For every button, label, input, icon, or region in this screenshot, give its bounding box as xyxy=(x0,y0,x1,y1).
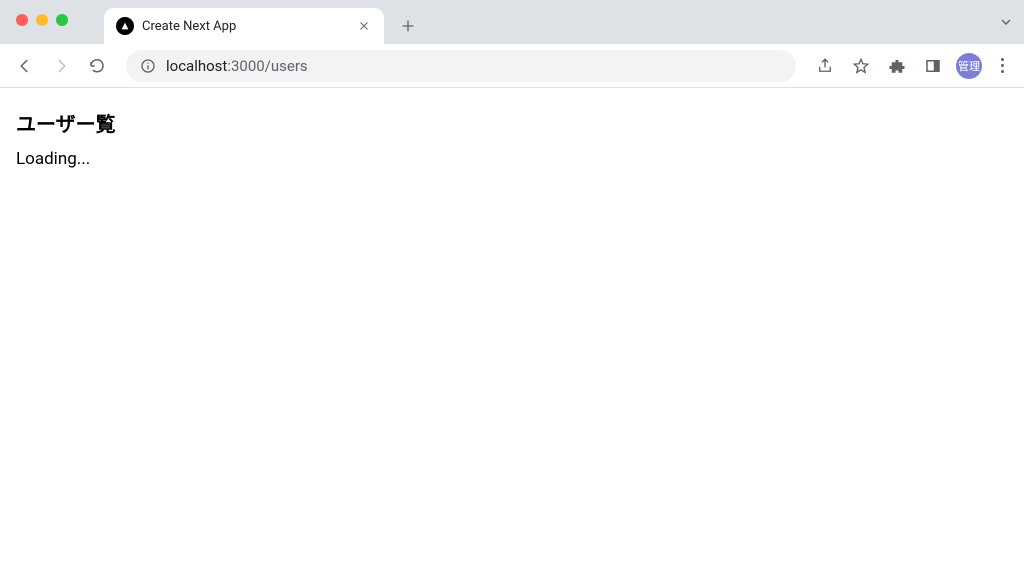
window-controls xyxy=(16,14,68,26)
tab-title: Create Next App xyxy=(142,19,348,34)
page-content: ユーザー覧 Loading... xyxy=(0,88,1024,189)
url-text: localhost:3000/users xyxy=(166,57,782,75)
back-button[interactable] xyxy=(10,51,40,81)
site-info-icon[interactable] xyxy=(140,58,156,74)
browser-menu-button[interactable] xyxy=(990,51,1014,81)
browser-titlebar: Create Next App xyxy=(0,0,1024,44)
browser-tab[interactable]: Create Next App xyxy=(104,8,384,44)
url-host: localhost xyxy=(166,57,227,75)
forward-button[interactable] xyxy=(46,51,76,81)
minimize-window-button[interactable] xyxy=(36,14,48,26)
browser-toolbar: localhost:3000/users 管理 xyxy=(0,44,1024,88)
bookmark-icon[interactable] xyxy=(846,51,876,81)
chevron-down-icon[interactable] xyxy=(998,14,1014,34)
maximize-window-button[interactable] xyxy=(56,14,68,26)
new-tab-button[interactable] xyxy=(394,12,422,40)
extensions-icon[interactable] xyxy=(882,51,912,81)
close-window-button[interactable] xyxy=(16,14,28,26)
page-title: ユーザー覧 xyxy=(16,108,1008,137)
nextjs-favicon-icon xyxy=(116,17,134,35)
loading-text: Loading... xyxy=(16,149,1008,169)
url-path: :3000/users xyxy=(227,57,307,75)
profile-avatar[interactable]: 管理 xyxy=(956,53,982,79)
reload-button[interactable] xyxy=(82,51,112,81)
sidepanel-icon[interactable] xyxy=(918,51,948,81)
address-bar[interactable]: localhost:3000/users xyxy=(126,50,796,82)
close-tab-button[interactable] xyxy=(356,18,372,34)
share-icon[interactable] xyxy=(810,51,840,81)
